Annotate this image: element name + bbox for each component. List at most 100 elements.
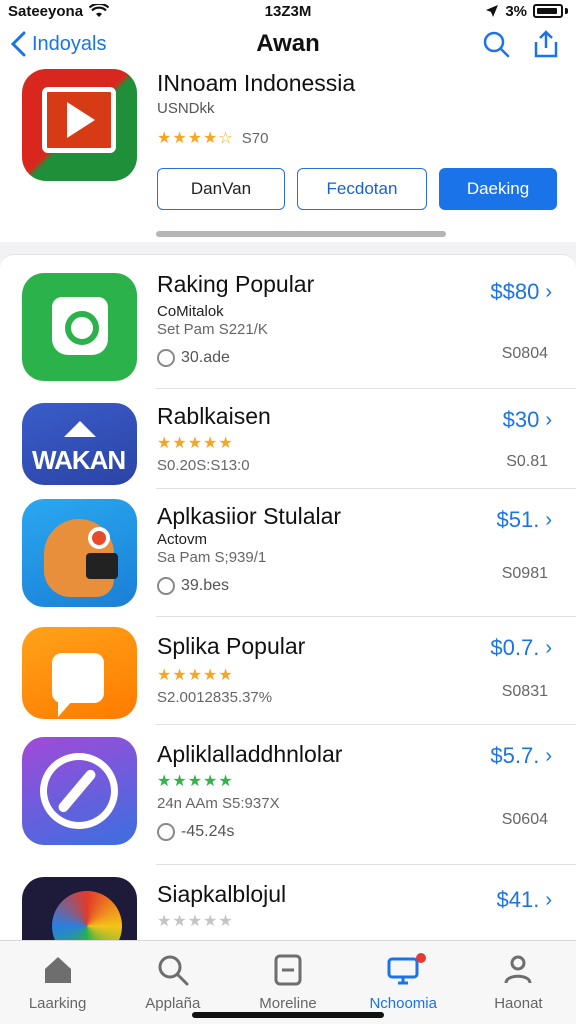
- share-icon[interactable]: [532, 30, 560, 58]
- price-sub: S0604: [501, 811, 548, 828]
- price-label: $5.7.: [490, 743, 540, 768]
- shield-app-icon: [22, 273, 137, 381]
- chevron-right-icon: ›: [545, 280, 552, 303]
- tab-label: Nchoomia: [369, 995, 437, 1012]
- app-size-value: 39.bes: [181, 577, 230, 594]
- featured-app-rating: ★★★★☆ S70: [157, 128, 268, 148]
- app-meta: Set Pam S221/K: [157, 321, 268, 338]
- notification-badge: [415, 953, 426, 963]
- tab-label: Moreline: [259, 995, 317, 1012]
- back-label: Indoyals: [32, 32, 107, 55]
- app-name: Rablkaisen: [157, 403, 271, 429]
- wifi-icon: [89, 4, 110, 17]
- house-app-icon: WAKAN: [22, 403, 137, 485]
- home-indicator: [192, 1012, 384, 1018]
- rating-count: S70: [241, 129, 269, 147]
- app-size-value: 30.ade: [181, 349, 230, 366]
- tab-label: Laarking: [28, 995, 87, 1012]
- search-icon[interactable]: [482, 30, 510, 58]
- tab-profile[interactable]: Haonat: [461, 941, 576, 1024]
- chevron-left-icon: [10, 31, 26, 57]
- app-meta: Sa Pam S;939/1: [157, 549, 267, 566]
- details-button[interactable]: Fecdotan: [297, 168, 427, 210]
- app-size: -45.24s: [157, 823, 234, 841]
- app-list: Raking Popular CoMitalok Set Pam S221/K …: [0, 254, 576, 940]
- list-item[interactable]: Siapkalblojul ★★★★★ $41. ›: [0, 865, 576, 940]
- price-sub: S0981: [501, 565, 548, 582]
- app-name: Siapkalblojul: [157, 881, 287, 907]
- star-rating-icon: ★★★★☆: [157, 130, 234, 147]
- app-meta: S0.20S:S13:0: [157, 457, 250, 474]
- download-count-icon: [157, 823, 175, 841]
- app-meta: 24n AAm S5:937X: [157, 795, 280, 812]
- clock: 13Z3M: [264, 2, 312, 20]
- bird-app-icon: [22, 499, 137, 607]
- music-app-icon: [22, 877, 137, 940]
- star-rating-icon: ★★★★★: [157, 913, 234, 930]
- price-button[interactable]: $30 ›: [503, 407, 552, 433]
- price-button[interactable]: $41. ›: [497, 887, 553, 913]
- home-icon: [44, 957, 71, 983]
- list-item[interactable]: Splika Popular ★★★★★ S2.0012835.37% $0.7…: [0, 617, 576, 725]
- price-button[interactable]: $0.7. ›: [490, 635, 552, 661]
- play-icon: [42, 87, 116, 153]
- back-button[interactable]: Indoyals: [10, 31, 210, 57]
- app-name: Aplkasiior Stulalar: [157, 503, 342, 529]
- app-name: Splika Popular: [157, 633, 306, 659]
- featured-app-developer: USNDkk: [157, 100, 215, 117]
- download-count-icon: [157, 349, 175, 367]
- download-count-icon: [157, 577, 175, 595]
- price-button[interactable]: $51. ›: [497, 507, 553, 533]
- list-item[interactable]: Aplkasiior Stulalar Actovm Sa Pam S;939/…: [0, 489, 576, 617]
- compass-app-icon: [22, 737, 137, 845]
- chat-app-icon: [22, 627, 137, 719]
- price-label: $41.: [496, 887, 540, 912]
- star-rating-icon: ★★★★★: [157, 435, 234, 452]
- download-button[interactable]: DanVan: [157, 168, 285, 210]
- tab-bar: Laarking Applaña Moreline Nchoomia Haona…: [0, 940, 576, 1024]
- search-icon: [158, 955, 189, 986]
- list-item[interactable]: WAKAN Rablkaisen ★★★★★ S0.20S:S13:0 $30 ›…: [0, 389, 576, 489]
- app-meta: S2.0012835.37%: [157, 689, 273, 706]
- app-category: Actovm: [157, 531, 208, 548]
- price-label: $51.: [496, 507, 540, 532]
- tab-ranking[interactable]: Laarking: [0, 941, 115, 1024]
- scroll-indicator: [156, 231, 446, 237]
- app-size: 30.ade: [157, 349, 230, 367]
- price-button[interactable]: $5.7. ›: [490, 743, 552, 769]
- video-app-icon[interactable]: [22, 69, 137, 181]
- app-size: 39.bes: [157, 577, 229, 595]
- app-name: Apliklalladdhnlolar: [157, 741, 343, 767]
- price-sub: S0804: [501, 345, 548, 362]
- price-button[interactable]: $$80 ›: [490, 279, 552, 305]
- chevron-right-icon: ›: [545, 888, 552, 911]
- featured-app-title: INnoam Indonessia: [157, 70, 356, 96]
- price-label: $30: [502, 407, 540, 432]
- price-sub: S0831: [501, 683, 548, 700]
- featured-app-card: INnoam Indonessia USNDkk ★★★★☆ S70 DanVa…: [0, 66, 576, 242]
- star-rating-icon: ★★★★★: [157, 773, 234, 790]
- app-size-value: -45.24s: [181, 823, 235, 840]
- chevron-right-icon: ›: [545, 636, 552, 659]
- ranking-button[interactable]: Daeking: [439, 168, 557, 210]
- tab-label: Applaña: [145, 995, 201, 1012]
- price-label: $$80: [490, 279, 540, 304]
- price-label: $0.7.: [490, 635, 540, 660]
- page-title: Awan: [256, 30, 320, 57]
- document-icon: [274, 954, 302, 986]
- price-sub: S0.81: [506, 453, 548, 470]
- carrier-label: Sateeyona: [8, 2, 84, 20]
- app-category: CoMitalok: [157, 303, 224, 320]
- chevron-right-icon: ›: [545, 408, 552, 431]
- battery-percent: 3%: [505, 2, 527, 20]
- location-icon: [486, 5, 499, 17]
- tab-label: Haonat: [494, 995, 543, 1012]
- chevron-right-icon: ›: [545, 508, 552, 531]
- chevron-right-icon: ›: [545, 744, 552, 767]
- list-item[interactable]: Raking Popular CoMitalok Set Pam S221/K …: [0, 255, 576, 389]
- status-bar: Sateeyona 13Z3M 3%: [0, 0, 576, 22]
- person-icon: [504, 955, 532, 984]
- nav-bar: Indoyals Awan: [0, 22, 576, 66]
- list-item[interactable]: Apliklalladdhnlolar ★★★★★ 24n AAm S5:937…: [0, 725, 576, 865]
- star-rating-icon: ★★★★★: [157, 667, 234, 684]
